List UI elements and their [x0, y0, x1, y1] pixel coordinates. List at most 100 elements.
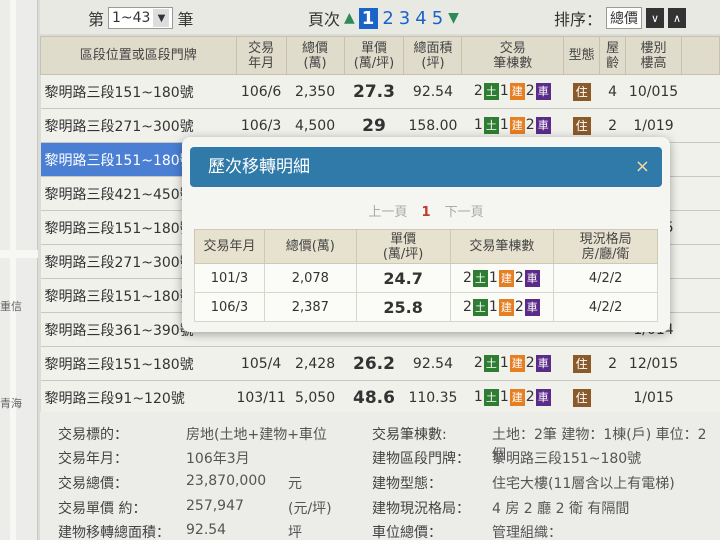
land-badge-icon: 土: [483, 355, 499, 372]
col-header-type[interactable]: 型態: [563, 36, 601, 75]
cell-area: 110.35: [403, 380, 462, 415]
residence-type-icon: 住: [572, 354, 591, 373]
count-number: 1: [499, 83, 509, 99]
page-link-3[interactable]: 3: [399, 8, 411, 29]
cell-area: 92.54: [403, 346, 462, 381]
col-header-count[interactable]: 交易 筆棟數: [461, 36, 565, 75]
table-row[interactable]: 黎明路三段151~180號 106/6 2,350 27.3 92.54 2 土 1 建 2 車住 4…: [40, 74, 720, 109]
page-link-1[interactable]: 1: [358, 7, 379, 29]
cell-more: [681, 108, 720, 143]
cell-more: [681, 346, 720, 381]
page-link-2[interactable]: 2: [382, 8, 394, 29]
cell-unit: 26.2: [344, 346, 404, 381]
count-number: 2: [462, 298, 472, 315]
modal-header: 歷次移轉明細 ×: [190, 147, 662, 187]
cell-count: 2土1建2車: [461, 74, 564, 109]
page-link-4[interactable]: 4: [415, 8, 427, 29]
record-range-select[interactable]: 1~43 ▼: [108, 7, 174, 29]
cell-more: [681, 74, 720, 109]
count-number: 2: [473, 355, 483, 371]
land-badge-icon: 土: [483, 83, 499, 100]
table-row[interactable]: 黎明路三段91~120號 103/11 5,050 48.6 110.35 1 土 1 建 2 車住…: [40, 380, 720, 415]
col-header-address[interactable]: 區段位置或區段門牌: [40, 36, 237, 75]
detail-value: 4 房 2 廳 2 衛 有隔間: [492, 501, 630, 517]
history-table: 交易年月 總價(萬) 單價 (萬/坪) 交易筆棟數 現況格局 房/廳/衛 101…: [194, 229, 658, 322]
next-page-link[interactable]: 下一頁: [445, 205, 484, 220]
col-header-total[interactable]: 總價 (萬): [285, 36, 345, 75]
cell-age: 2: [599, 346, 626, 381]
col-header-more: [681, 36, 720, 75]
count-number: 1: [499, 117, 509, 133]
cell-more: [681, 278, 720, 313]
history-cell-count: 2土1建2車: [449, 263, 555, 293]
cell-total: 2,350: [286, 74, 345, 109]
cell-addr: 黎明路三段91~120號: [40, 380, 237, 415]
prev-page-icon[interactable]: ▲: [344, 10, 355, 26]
detail-value: 23,870,000: [186, 473, 267, 489]
building-badge-icon: 建: [509, 389, 525, 406]
history-col-count: 交易筆棟數: [449, 229, 555, 264]
cell-unit: 27.3: [344, 74, 404, 109]
sort-label: 排序：: [554, 10, 603, 29]
detail-label: 建物型態：: [372, 476, 442, 492]
detail-value: 管理組織：: [492, 525, 562, 540]
count-number: 1: [488, 269, 498, 286]
residence-type-icon: 住: [572, 82, 591, 101]
count-number: 1: [488, 298, 498, 315]
residence-type-icon: 住: [572, 116, 591, 135]
building-badge-icon: 建: [509, 83, 525, 100]
col-header-floor[interactable]: 樓別 樓高: [625, 36, 683, 75]
modal-pager: 上一頁 1 下一頁: [182, 201, 670, 220]
col-header-date[interactable]: 交易 年月: [235, 36, 287, 75]
cell-total: 2,428: [286, 346, 345, 381]
car-badge-icon: 車: [524, 298, 540, 316]
history-col-layout: 現況格局 房/廳/衛: [553, 229, 658, 264]
history-cell-total: 2,387: [263, 292, 357, 322]
map-strip[interactable]: 重信 青海: [0, 0, 38, 540]
col-header-area[interactable]: 總面積 (坪): [403, 36, 463, 75]
cell-addr: 黎明路三段151~180號: [40, 346, 237, 381]
cell-more: [681, 142, 720, 177]
cell-type: 住: [563, 74, 600, 109]
count-number: 2: [525, 389, 535, 405]
col-header-unit-price[interactable]: 單價 (萬/坪): [343, 36, 405, 75]
table-row[interactable]: 黎明路三段151~180號 105/4 2,428 26.2 92.54 2 土 1 建 2 車住 2…: [40, 346, 720, 381]
close-icon[interactable]: ×: [635, 147, 650, 187]
count-number: 2: [514, 269, 524, 286]
history-cell-unit: 24.7: [355, 263, 451, 293]
prev-page-link[interactable]: 上一頁: [368, 205, 407, 220]
col-header-age[interactable]: 屋 齡: [599, 36, 627, 75]
page-link-5[interactable]: 5: [432, 8, 444, 29]
cell-type: 住: [563, 380, 600, 415]
detail-label: 車位總價：: [372, 525, 442, 540]
car-badge-icon: 車: [535, 83, 551, 100]
cell-age: [599, 380, 626, 415]
cell-ym: 105/4: [236, 346, 287, 381]
car-badge-icon: 車: [535, 389, 551, 406]
history-cell-total: 2,078: [263, 263, 357, 293]
chevron-down-icon[interactable]: ∨: [646, 8, 665, 28]
cell-ym: 103/11: [236, 380, 287, 415]
next-page-icon[interactable]: ▼: [448, 10, 459, 26]
history-col-date: 交易年月: [194, 229, 265, 264]
detail-unit: 坪: [288, 525, 302, 540]
detail-label: 建物區段門牌：: [372, 451, 470, 467]
detail-label: 建物現況格局：: [372, 501, 470, 517]
detail-value: 106年3月: [186, 451, 250, 467]
page-prefix-label: 第: [88, 10, 105, 29]
car-badge-icon: 車: [535, 117, 551, 134]
chevron-up-icon[interactable]: ∧: [668, 8, 687, 28]
map-label: 青海: [0, 397, 22, 410]
sort-select[interactable]: 總價: [606, 7, 643, 29]
cell-total: 5,050: [286, 380, 345, 415]
history-cell-ym: 101/3: [194, 263, 265, 293]
cell-more: [681, 210, 720, 245]
land-badge-icon: 土: [472, 269, 488, 287]
detail-value: 92.54: [186, 522, 227, 538]
history-cell-unit: 25.8: [355, 292, 451, 322]
detail-unit: 元: [288, 476, 302, 492]
transfer-history-modal: 歷次移轉明細 × 上一頁 1 下一頁 交易年月 總價(萬) 單價 (萬/坪) 交…: [182, 137, 670, 332]
cell-more: [681, 244, 720, 279]
page-nav-label: 頁次: [308, 10, 341, 29]
table-header-row: 區段位置或區段門牌 交易 年月 總價 (萬) 單價 (萬/坪) 總面積 (坪) …: [40, 36, 720, 75]
